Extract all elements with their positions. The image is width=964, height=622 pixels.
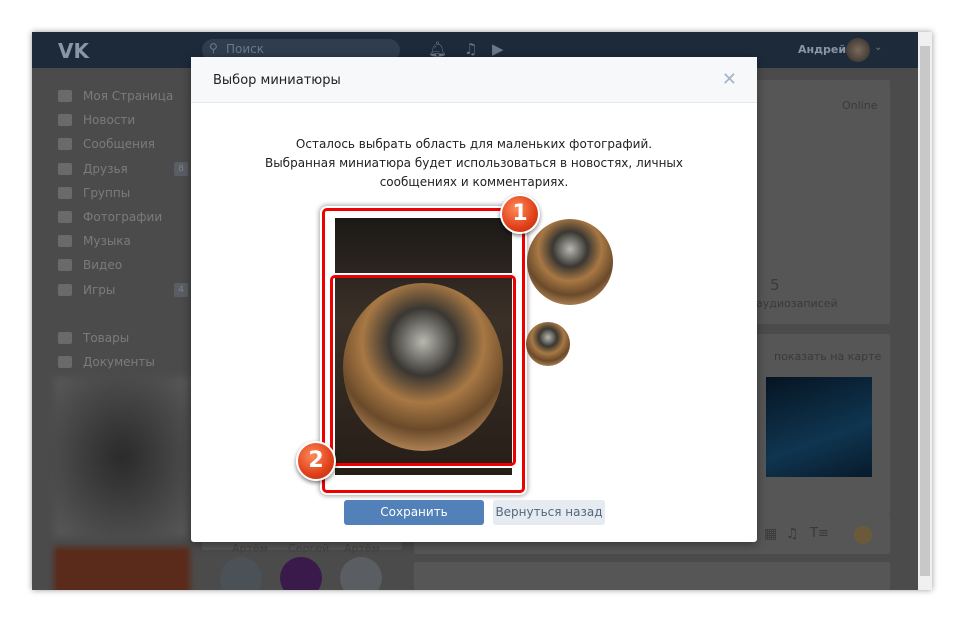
blurred-ad	[54, 547, 190, 590]
film-icon	[58, 259, 72, 272]
label: Группы	[83, 185, 131, 200]
sidebar-item-video[interactable]: Видео	[58, 253, 188, 277]
description-line: Выбранная миниатюра будет использоваться…	[264, 156, 684, 189]
photo-thumbnail[interactable]	[766, 377, 872, 477]
large-thumbnail-preview	[527, 219, 613, 305]
user-name[interactable]: Андрей	[798, 43, 846, 56]
close-icon[interactable]: ✕	[722, 69, 737, 90]
label: Товары	[83, 330, 130, 345]
step-badge-1: 1	[500, 194, 540, 234]
audio-count[interactable]: 5	[770, 276, 780, 294]
video-icon[interactable]: ▦	[764, 526, 777, 542]
show-on-map-link[interactable]: показать на карте	[774, 350, 881, 363]
bell-icon[interactable]: 🔔︎	[428, 40, 447, 58]
label: Моя Страница	[83, 89, 174, 104]
wall-card	[414, 562, 890, 590]
friend-avatar[interactable]	[220, 557, 262, 590]
avatar[interactable]	[854, 526, 872, 544]
home-icon	[58, 90, 72, 103]
sidebar-item-messages[interactable]: Сообщения	[58, 132, 188, 156]
scrollbar-thumb[interactable]	[920, 46, 930, 576]
label: Новости	[83, 113, 136, 128]
sidebar-item-games[interactable]: Игры 4	[58, 278, 188, 302]
camera-icon	[58, 211, 72, 224]
label: Друзья	[83, 161, 128, 176]
dialog-description: Осталось выбрать область для маленьких ф…	[191, 135, 757, 192]
label: Музыка	[83, 234, 131, 249]
sidebar-item-friends[interactable]: Друзья 8	[58, 157, 188, 181]
music-icon	[58, 235, 72, 248]
friend-name[interactable]: Артём	[344, 542, 380, 555]
label: Игры	[83, 282, 116, 297]
dialog-title: Выбор миниатюры	[213, 73, 341, 88]
vk-logo[interactable]: VK	[58, 39, 89, 63]
label: Документы	[83, 355, 155, 370]
label: Видео	[83, 258, 123, 273]
search-placeholder: Поиск	[226, 42, 265, 56]
sidebar-item-goods[interactable]: Товары	[58, 326, 188, 350]
document-icon	[58, 356, 72, 369]
play-icon[interactable]: ▶	[492, 40, 504, 58]
step-badge-2: 2	[296, 441, 336, 481]
sidebar-item-groups[interactable]: Группы	[58, 181, 188, 205]
crop-selection-area[interactable]	[330, 275, 516, 466]
blurred-ad	[54, 377, 190, 537]
friend-avatar[interactable]	[340, 557, 382, 590]
text-icon[interactable]: T≡	[810, 526, 829, 541]
gamepad-icon	[58, 283, 72, 296]
friend-name[interactable]: Артём	[232, 542, 268, 555]
sidebar-item-music[interactable]: Музыка	[58, 229, 188, 253]
audio-label[interactable]: аудиозаписей	[756, 297, 846, 310]
search-icon: ⚲	[209, 41, 218, 55]
news-icon	[58, 114, 72, 127]
description-line: Осталось выбрать область для маленьких ф…	[295, 137, 653, 151]
sidebar-item-my-page[interactable]: Моя Страница	[58, 84, 188, 108]
user-icon	[58, 162, 72, 175]
count-badge: 4	[174, 282, 188, 297]
dialog-header: Выбор миниатюры	[191, 57, 757, 103]
bag-icon	[58, 331, 72, 344]
save-button[interactable]: Сохранить изменения	[344, 500, 484, 544]
music-icon[interactable]: ♫	[786, 526, 799, 542]
sidebar-divider	[58, 302, 188, 326]
sidebar-item-documents[interactable]: Документы	[58, 350, 188, 374]
count-badge: 8	[174, 161, 188, 176]
message-icon	[58, 138, 72, 151]
chevron-down-icon[interactable]: ⌄	[874, 42, 882, 53]
scrollbar[interactable]	[918, 32, 932, 590]
thumbnail-dialog: Выбор миниатюры ✕ Осталось выбрать облас…	[191, 57, 757, 544]
back-button[interactable]: Вернуться назад	[493, 500, 605, 525]
label: Фотографии	[83, 210, 163, 225]
friend-avatar[interactable]	[280, 557, 322, 590]
sidebar-item-photos[interactable]: Фотографии	[58, 205, 188, 229]
avatar[interactable]	[846, 38, 870, 62]
small-thumbnail-preview	[526, 322, 570, 366]
label: Сообщения	[83, 137, 156, 152]
sidebar-item-news[interactable]: Новости	[58, 108, 188, 132]
online-status: Online	[842, 99, 878, 112]
music-icon[interactable]: ♫	[464, 40, 477, 58]
sidebar: Моя Страница Новости Сообщения Друзья 8 Г…	[58, 84, 188, 374]
friend-name[interactable]: Сергей	[288, 542, 329, 555]
group-icon	[58, 186, 72, 199]
